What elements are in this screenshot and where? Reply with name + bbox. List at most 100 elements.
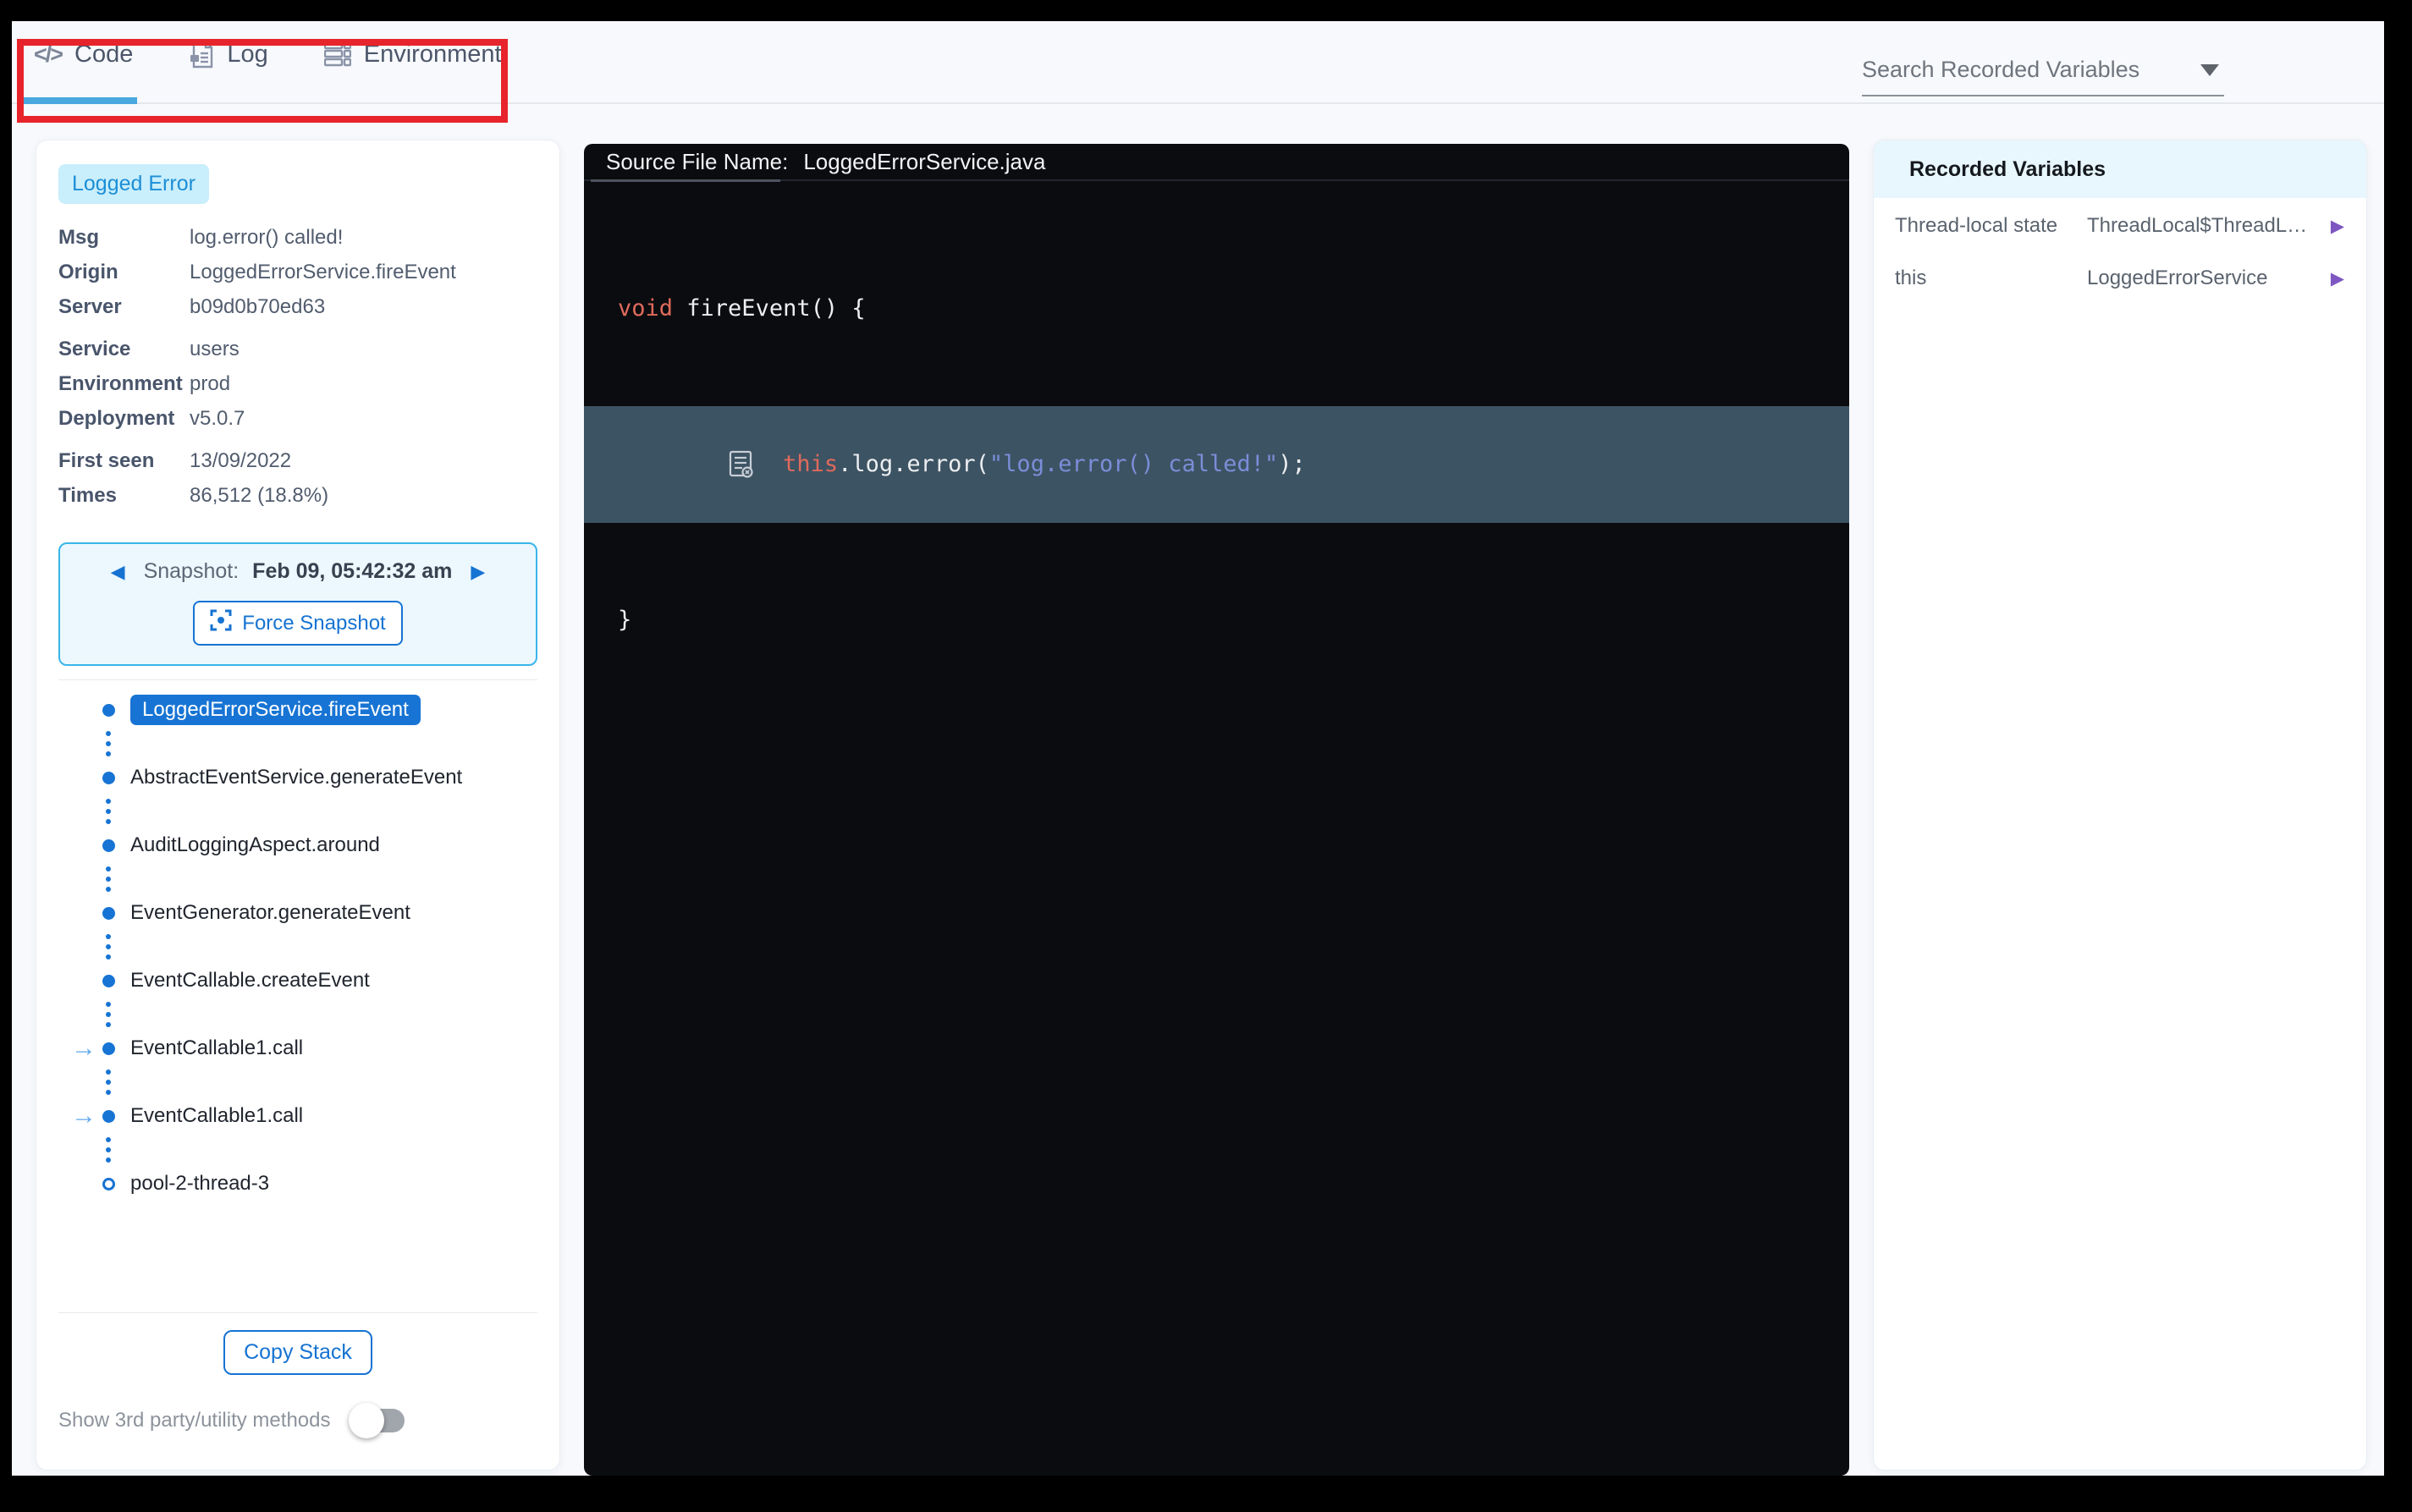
stack-bullet: [102, 975, 115, 987]
third-party-toggle-row: Show 3rd party/utility methods: [58, 1400, 537, 1470]
copy-stack-button[interactable]: Copy Stack: [223, 1330, 372, 1375]
variable-name: this: [1895, 267, 2087, 290]
code-area: void fireEvent() { this.log.error("log.e…: [584, 181, 1849, 718]
variable-row-this[interactable]: this LoggedErrorService ▶: [1874, 254, 2366, 303]
code-line-2-highlighted: this.log.error("log.error() called!");: [584, 406, 1849, 523]
recorded-variables-panel: Recorded Variables Thread-local state Th…: [1873, 140, 2367, 1471]
code-editor-panel: Source File Name: LoggedErrorService.jav…: [584, 144, 1849, 1476]
snapshot-next-button[interactable]: ▶: [465, 561, 490, 583]
divider: [58, 1312, 537, 1313]
entry-arrow-icon: →: [65, 1034, 102, 1063]
logged-error-panel: Logged Error Msglog.error() called! Orig…: [36, 140, 560, 1471]
toggle-knob: [349, 1403, 384, 1438]
thread-bullet: [102, 1178, 115, 1190]
stack-bullet: [102, 772, 115, 784]
tab-log-label: Log: [227, 41, 267, 69]
header-underline: [591, 179, 780, 182]
variable-value: LoggedErrorService: [2087, 267, 2322, 290]
detail-label: Service: [58, 338, 190, 361]
force-snapshot-label: Force Snapshot: [242, 612, 385, 635]
stack-bullet: [102, 1042, 115, 1055]
detail-label: Msg: [58, 226, 190, 250]
stack-connector: [106, 866, 537, 892]
detail-label: Origin: [58, 261, 190, 284]
stack-item-7[interactable]: pool-2-thread-3: [65, 1168, 537, 1200]
snapshot-prev-button[interactable]: ◀: [106, 561, 130, 583]
force-snapshot-icon: [210, 609, 232, 637]
tab-code[interactable]: </> Code: [34, 41, 133, 69]
toggle-label: Show 3rd party/utility methods: [58, 1409, 330, 1432]
source-file-name: LoggedErrorService.java: [803, 149, 1045, 175]
caret-down-icon: [2200, 64, 2219, 76]
detail-row-first-seen: First seen13/09/2022: [58, 449, 537, 473]
source-file-label: Source File Name:: [606, 149, 788, 175]
detail-label: Times: [58, 484, 190, 508]
stack-item-label[interactable]: EventCallable1.call: [130, 1036, 303, 1060]
stack-item-5[interactable]: → EventCallable1.call: [65, 1032, 537, 1064]
environment-icon: [324, 41, 351, 67]
top-bar: </> Code Log: [12, 21, 2384, 104]
variable-value: ThreadLocal$ThreadL…: [2087, 214, 2322, 238]
search-placeholder: Search Recorded Variables: [1862, 57, 2200, 83]
detail-value: users: [190, 338, 240, 361]
stack-bullet: [102, 1110, 115, 1123]
stack-item-label[interactable]: EventGenerator.generateEvent: [130, 901, 410, 925]
search-recorded-variables-select[interactable]: Search Recorded Variables: [1862, 57, 2224, 96]
snapshot-timestamp: Feb 09, 05:42:32 am: [252, 559, 452, 584]
third-party-toggle[interactable]: [349, 1400, 410, 1441]
detail-label: Deployment: [58, 407, 190, 431]
detail-label: Server: [58, 295, 190, 319]
app-window: </> Code Log: [12, 21, 2384, 1476]
stack-connector: [106, 731, 537, 756]
stack-bullet: [102, 839, 115, 852]
code-line-3: }: [584, 601, 1849, 640]
stack-item-2[interactable]: AuditLoggingAspect.around: [65, 829, 537, 861]
tab-log[interactable]: Log: [189, 40, 267, 69]
log-icon: [189, 40, 214, 69]
stack-item-4[interactable]: EventCallable.createEvent: [65, 965, 537, 997]
error-details: Msglog.error() called! OriginLoggedError…: [58, 226, 537, 519]
tab-code-label: Code: [74, 41, 133, 69]
stack-item-label[interactable]: AbstractEventService.generateEvent: [130, 766, 462, 789]
stack-connector: [106, 1002, 537, 1027]
expand-arrow-icon[interactable]: ▶: [2322, 268, 2344, 289]
stack-item-0[interactable]: LoggedErrorService.fireEvent: [65, 694, 537, 726]
detail-row-origin: OriginLoggedErrorService.fireEvent: [58, 261, 537, 284]
stack-item-1[interactable]: AbstractEventService.generateEvent: [65, 761, 537, 794]
detail-row-environment: Environmentprod: [58, 372, 537, 396]
detail-value: b09d0b70ed63: [190, 295, 325, 319]
detail-row-deployment: Deploymentv5.0.7: [58, 407, 537, 431]
stack-connector: [106, 1137, 537, 1163]
detail-row-msg: Msglog.error() called!: [58, 226, 537, 250]
code-line-1: void fireEvent() {: [584, 289, 1849, 328]
stack-connector: [106, 1069, 537, 1095]
stack-item-label[interactable]: AuditLoggingAspect.around: [130, 833, 380, 857]
stack-item-label[interactable]: EventCallable.createEvent: [130, 969, 370, 992]
variable-name: Thread-local state: [1895, 214, 2087, 238]
stack-item-6[interactable]: →EventCallable1.call: [65, 1100, 537, 1132]
tab-bar: </> Code Log: [34, 40, 502, 69]
detail-label: Environment: [58, 372, 190, 396]
divider: [58, 679, 537, 680]
force-snapshot-button[interactable]: Force Snapshot: [193, 601, 402, 646]
logpoint-icon[interactable]: [591, 411, 754, 531]
stack-item-3[interactable]: EventGenerator.generateEvent: [65, 897, 537, 929]
detail-row-times: Times86,512 (18.8%): [58, 484, 537, 508]
snapshot-box: ◀ Snapshot: Feb 09, 05:42:32 am ▶ Force …: [58, 542, 537, 666]
stack-item-label[interactable]: LoggedErrorService.fireEvent: [130, 695, 421, 725]
variable-row-thread-local[interactable]: Thread-local state ThreadLocal$ThreadL… …: [1874, 201, 2366, 250]
stack-item-label[interactable]: pool-2-thread-3: [130, 1172, 269, 1196]
tab-environment-label: Environment: [364, 41, 502, 69]
logged-error-badge: Logged Error: [58, 164, 209, 204]
detail-row-server: Serverb09d0b70ed63: [58, 295, 537, 319]
stack-connector: [106, 934, 537, 959]
stack-item-label[interactable]: EventCallable1.call: [130, 1104, 303, 1128]
tab-environment[interactable]: Environment: [324, 41, 502, 69]
spacer: [58, 1200, 537, 1299]
recorded-variables-title: Recorded Variables: [1874, 140, 2366, 198]
detail-value: v5.0.7: [190, 407, 245, 431]
detail-value: LoggedErrorService.fireEvent: [190, 261, 456, 284]
expand-arrow-icon[interactable]: ▶: [2322, 216, 2344, 237]
active-tab-underline: [19, 97, 137, 104]
detail-row-service: Serviceusers: [58, 338, 537, 361]
